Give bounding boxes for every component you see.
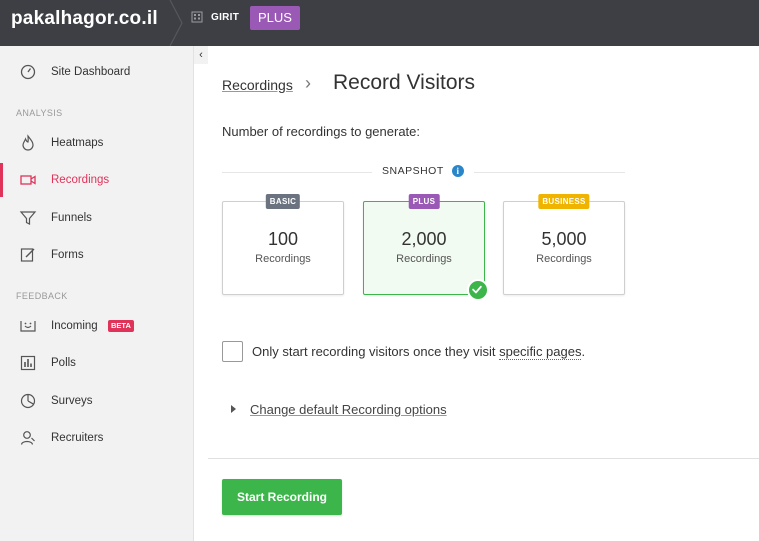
sidebar-item-recruiters[interactable]: Recruiters <box>0 421 194 455</box>
pie-chart-icon <box>20 393 36 409</box>
recordings-amount: 100 <box>267 229 299 249</box>
recordings-unit: Recordings <box>536 253 592 265</box>
breadcrumb-recordings-link[interactable]: Recordings <box>222 77 293 93</box>
beta-badge: BETA <box>108 320 134 332</box>
sidebar-item-label: Recruiters <box>51 432 104 444</box>
sidebar-item-recordings[interactable]: Recordings <box>0 163 194 197</box>
sidebar-item-forms[interactable]: Forms <box>0 238 194 272</box>
top-bar: pakalhagor.co.il GIRIT PLUS <box>0 0 759 46</box>
org-name[interactable]: GIRIT <box>211 12 239 23</box>
sidebar-item-label: Forms <box>51 249 84 261</box>
sidebar-item-dashboard[interactable]: Site Dashboard <box>0 55 194 89</box>
section-label-analysis: ANALYSIS <box>16 108 63 118</box>
tier-badge: BASIC <box>265 194 301 209</box>
snapshot-header: SNAPSHOT i <box>372 165 474 177</box>
form-edit-icon <box>20 248 35 262</box>
specific-pages-link[interactable]: specific pages <box>499 344 582 360</box>
user-icon <box>20 431 35 445</box>
info-icon[interactable]: i <box>451 165 464 177</box>
specific-pages-label: Only start recording visitors once they … <box>252 344 586 360</box>
dashboard-gauge-icon <box>20 64 36 80</box>
chevron-separator-icon <box>169 0 183 46</box>
page-title: Record Visitors <box>333 71 475 94</box>
sidebar-item-heatmaps[interactable]: Heatmaps <box>0 126 194 160</box>
sidebar-item-label: Heatmaps <box>51 137 104 149</box>
start-recording-button[interactable]: Start Recording <box>222 479 342 515</box>
sidebar-item-label: Site Dashboard <box>51 66 131 78</box>
recordings-count-label: Number of recordings to generate: <box>222 124 420 139</box>
breadcrumb-chevron-icon: › <box>305 73 311 93</box>
expand-arrow-icon[interactable] <box>231 405 236 413</box>
checkmark-icon <box>467 279 489 301</box>
recordings-unit: Recordings <box>255 253 311 265</box>
sidebar-item-label: Polls <box>51 357 76 369</box>
section-label-feedback: FEEDBACK <box>16 291 68 301</box>
sidebar-item-incoming[interactable]: Incoming BETA <box>0 309 194 343</box>
sidebar-item-label: Surveys <box>51 395 93 407</box>
plan-card-basic[interactable]: BASIC 100 Recordings <box>222 194 344 295</box>
plan-card-plus[interactable]: PLUS 2,000 Recordings <box>363 194 485 295</box>
sidebar-item-funnels[interactable]: Funnels <box>0 201 194 235</box>
sidebar-item-label: Recordings <box>51 174 110 186</box>
flame-icon <box>22 134 34 151</box>
plan-card-business[interactable]: BUSINESS 5,000 Recordings <box>503 194 625 295</box>
funnel-icon <box>19 211 37 225</box>
recordings-amount: 5,000 <box>541 229 587 249</box>
video-camera-icon <box>20 175 36 185</box>
bar-chart-icon <box>20 355 36 371</box>
footer-divider <box>208 458 759 459</box>
plan-badge[interactable]: PLUS <box>250 6 300 30</box>
sidebar-item-label: Incoming <box>51 320 98 332</box>
tier-badge: BUSINESS <box>538 194 590 209</box>
checkbox-text-end: . <box>581 344 586 359</box>
inbox-face-icon <box>20 321 36 332</box>
recordings-unit: Recordings <box>396 253 452 265</box>
site-name[interactable]: pakalhagor.co.il <box>11 8 158 30</box>
checkbox-text: Only start recording visitors once they … <box>252 344 500 359</box>
snapshot-label: SNAPSHOT <box>382 165 444 177</box>
sidebar-collapse-button[interactable]: ‹ <box>194 46 208 64</box>
change-recording-options-link[interactable]: Change default Recording options <box>250 402 447 417</box>
tier-badge: PLUS <box>408 194 440 209</box>
specific-pages-checkbox[interactable] <box>222 341 243 362</box>
sidebar-item-surveys[interactable]: Surveys <box>0 384 194 418</box>
sidebar-item-polls[interactable]: Polls <box>0 346 194 380</box>
recordings-amount: 2,000 <box>401 229 447 249</box>
building-icon <box>191 11 203 23</box>
sidebar-item-label: Funnels <box>51 212 92 224</box>
